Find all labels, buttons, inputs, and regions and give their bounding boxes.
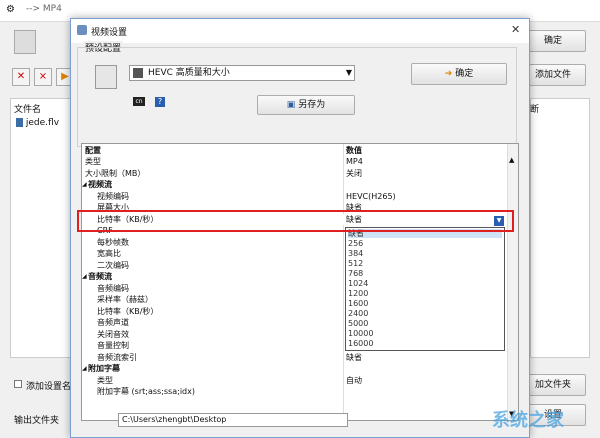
expand-icon[interactable]: ◢ bbox=[82, 179, 87, 190]
row-value: 缺省 bbox=[346, 352, 362, 362]
row-name: 音量控制 bbox=[97, 341, 129, 350]
row-name: 视频流 bbox=[88, 180, 112, 189]
header-config: 配置 bbox=[85, 146, 101, 155]
output-folder-label: 输出文件夹 bbox=[14, 416, 60, 426]
bitrate-dropdown: 缺省 256 384 512 768 1024 1200 1600 2400 5000 10000 1… bbox=[345, 227, 505, 351]
grid-row[interactable]: 附加字幕 (srt;ass;ssa;idx) bbox=[82, 386, 508, 397]
dropdown-option[interactable]: 1024 bbox=[348, 279, 502, 288]
column-right: 断 bbox=[530, 105, 540, 115]
grid-row[interactable]: 类型 自动 bbox=[82, 375, 508, 386]
window-title: --> MP4 bbox=[26, 4, 62, 14]
row-name: 大小限制（MB） bbox=[85, 168, 146, 178]
chevron-down-icon: ▼ bbox=[345, 68, 352, 77]
format-icon bbox=[14, 30, 36, 54]
app-icon: ⚙ bbox=[6, 4, 15, 15]
dropdown-option[interactable]: 16000 bbox=[348, 339, 502, 348]
column-filename: 文件名 bbox=[14, 105, 42, 115]
preset-format-icon bbox=[95, 65, 117, 89]
right-list-panel bbox=[530, 98, 590, 358]
row-name: 音频编码 bbox=[97, 283, 129, 293]
grid-section[interactable]: ◢ 附加字幕 bbox=[82, 363, 508, 374]
row-name: 音频声道 bbox=[97, 318, 129, 327]
row-value: 自动 bbox=[346, 375, 362, 385]
scroll-up-icon[interactable]: ▲ bbox=[509, 156, 514, 164]
highlight-box bbox=[77, 210, 514, 232]
close-icon[interactable]: ✕ bbox=[511, 23, 520, 36]
dialog-title: 视频设置 bbox=[91, 28, 128, 38]
watermark: 系统之家 bbox=[492, 410, 564, 431]
grid-row[interactable]: 视频编码 HEVC(H265) bbox=[82, 191, 508, 202]
grid-scrollbar[interactable]: ▲ ▼ bbox=[507, 144, 518, 420]
row-value: 关闭 bbox=[346, 168, 362, 178]
row-name: 每秒帧数 bbox=[97, 237, 129, 247]
file-list bbox=[10, 98, 72, 358]
row-name: 视频编码 bbox=[97, 191, 129, 201]
file-list-item[interactable]: jede.flv bbox=[16, 118, 70, 130]
save-as-label: 另存为 bbox=[298, 100, 326, 110]
row-value: HEVC(H265) bbox=[346, 191, 396, 201]
expand-icon[interactable]: ◢ bbox=[82, 363, 87, 374]
delete-icon[interactable]: ⨯ bbox=[34, 68, 52, 86]
help-icon[interactable]: ? bbox=[155, 97, 165, 107]
row-name: 比特率（KB/秒） bbox=[97, 306, 159, 316]
dropdown-option[interactable]: 10000 bbox=[348, 329, 502, 338]
save-as-button[interactable]: ▣ 另存为 bbox=[257, 95, 355, 115]
row-name: 类型 bbox=[97, 375, 113, 385]
row-value: MP4 bbox=[346, 157, 363, 166]
dialog-titlebar: 视频设置 ✕ bbox=[71, 19, 529, 43]
dropdown-option[interactable]: 768 bbox=[348, 269, 502, 278]
row-name: 二次编码 bbox=[97, 260, 129, 270]
add-setting-checkbox[interactable] bbox=[14, 380, 22, 388]
grid-row[interactable]: 类型 MP4 bbox=[82, 156, 508, 167]
dropdown-option[interactable]: 5000 bbox=[348, 319, 502, 328]
row-name: 关闭音效 bbox=[97, 329, 129, 339]
dropdown-option[interactable]: 1600 bbox=[348, 299, 502, 308]
console-icon[interactable]: cn bbox=[133, 97, 145, 106]
output-folder-input[interactable]: C:\Users\zhengbt\Desktop bbox=[118, 413, 348, 427]
grid-header: 配置 数值 bbox=[82, 145, 508, 156]
dialog-ok-button[interactable]: ➔ 确定 bbox=[411, 63, 507, 85]
row-name: 宽高比 bbox=[97, 249, 121, 258]
dropdown-option[interactable]: 2400 bbox=[348, 309, 502, 318]
preset-select[interactable]: HEVC 高质量和大小 ▼ bbox=[129, 65, 355, 81]
file-icon bbox=[16, 118, 23, 127]
dropdown-option[interactable]: 512 bbox=[348, 259, 502, 268]
header-value: 数值 bbox=[346, 146, 362, 155]
dropdown-option[interactable]: 256 bbox=[348, 239, 502, 248]
grid-row[interactable]: 音频流索引 缺省 bbox=[82, 352, 508, 363]
row-name: 采样率（赫兹） bbox=[97, 295, 153, 304]
file-name: jede.flv bbox=[25, 118, 60, 128]
row-name: 附加字幕 bbox=[88, 364, 120, 373]
save-icon: ▣ bbox=[286, 100, 296, 110]
row-name: 音频流索引 bbox=[97, 352, 137, 362]
grid-section[interactable]: ◢ 视频流 bbox=[82, 179, 508, 190]
add-setting-name-label: 添加设置名 bbox=[26, 382, 72, 392]
row-name: 附加字幕 (srt;ass;ssa;idx) bbox=[97, 387, 195, 396]
dropdown-option[interactable]: 1200 bbox=[348, 289, 502, 298]
preset-icon bbox=[133, 68, 143, 78]
dropdown-option[interactable]: 384 bbox=[348, 249, 502, 258]
dialog-icon bbox=[77, 25, 87, 35]
row-name: 类型 bbox=[85, 157, 101, 166]
row-name: 音频流 bbox=[88, 272, 112, 281]
expand-icon[interactable]: ◢ bbox=[82, 271, 87, 282]
arrow-right-icon: ➔ bbox=[444, 69, 453, 79]
dialog-ok-label: 确定 bbox=[455, 69, 474, 79]
remove-icon[interactable]: ✕ bbox=[12, 68, 30, 86]
preset-selected: HEVC 高质量和大小 bbox=[148, 68, 230, 78]
grid-row[interactable]: 大小限制（MB） 关闭 bbox=[82, 168, 508, 179]
